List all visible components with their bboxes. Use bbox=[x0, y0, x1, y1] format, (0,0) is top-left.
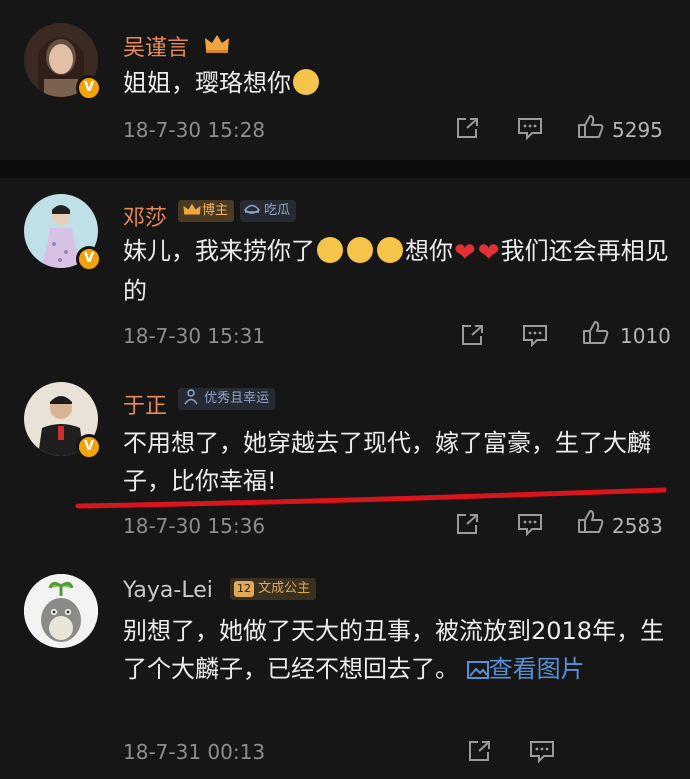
comment-icon[interactable] bbox=[517, 116, 543, 140]
comment-time: 18-7-31 00:13 bbox=[123, 740, 266, 764]
crown-icon bbox=[183, 203, 201, 215]
fan-badge[interactable]: 优秀且幸运 bbox=[178, 388, 276, 410]
comment-item: V 于正 优秀且幸运 不用想了，她穿越去了现代，嫁了富豪，生了大麟子，比你幸福!… bbox=[0, 368, 690, 558]
fan-badge[interactable]: 吃瓜 bbox=[240, 200, 297, 222]
comment-text: 妹儿，我来捞你了 想你❤❤我们还会再相见的 bbox=[123, 232, 671, 310]
pleading-emoji-icon bbox=[293, 69, 319, 95]
comment-text: 别想了，她做了天大的丑事，被流放到2018年，生了个大麟子，已经不想回去了。 查… bbox=[123, 617, 665, 683]
share-icon[interactable] bbox=[455, 512, 481, 536]
v-verified-icon: V bbox=[76, 75, 102, 101]
v-verified-icon: V bbox=[76, 246, 102, 272]
comment-item: Yaya-Lei 12 文成公主 别想了，她做了天大的丑事，被流放到2018年，… bbox=[0, 558, 690, 779]
comment-time: 18-7-30 15:36 bbox=[123, 514, 266, 538]
thinking-emoji-icon bbox=[317, 237, 343, 263]
comment-text: 不用想了，她穿越去了现代，嫁了富豪，生了大麟子，比你幸福! bbox=[123, 429, 651, 495]
comment-icon[interactable] bbox=[522, 323, 548, 347]
image-icon bbox=[466, 661, 489, 679]
crown-icon bbox=[205, 35, 229, 53]
comment-text: 姐姐，璎珞想你 bbox=[123, 64, 671, 102]
heart-icon: ❤ bbox=[454, 238, 476, 268]
fan-badge[interactable]: 12 文成公主 bbox=[230, 578, 317, 600]
like-icon[interactable] bbox=[582, 320, 610, 346]
comment-item: V 吴谨言 姐姐，璎珞想你 18-7-30 15:28 5295 bbox=[0, 0, 690, 160]
commenter-name[interactable]: 于正 bbox=[123, 388, 167, 420]
like-icon[interactable] bbox=[577, 509, 605, 535]
like-count: 2583 bbox=[612, 514, 663, 538]
like-icon[interactable] bbox=[577, 114, 605, 140]
comment-item: V 邓莎 博主 吃瓜 妹儿，我来捞你了 想你❤❤我们还会再相见的 18-7-30 … bbox=[0, 178, 690, 368]
star-figure-icon bbox=[184, 389, 198, 405]
melon-icon bbox=[243, 204, 261, 214]
comment-icon[interactable] bbox=[517, 512, 543, 536]
blogger-badge[interactable]: 博主 bbox=[178, 200, 235, 222]
thinking-emoji-icon bbox=[377, 237, 403, 263]
commenter-name[interactable]: Yaya-Lei bbox=[123, 578, 213, 603]
like-count: 1010 bbox=[620, 324, 671, 348]
avatar[interactable] bbox=[24, 574, 98, 648]
comment-time: 18-7-30 15:28 bbox=[123, 118, 266, 142]
share-icon[interactable] bbox=[455, 116, 481, 140]
view-image-link[interactable]: 查看图片 bbox=[466, 655, 585, 683]
divider bbox=[0, 160, 690, 178]
comment-time: 18-7-30 15:31 bbox=[123, 324, 266, 348]
share-icon[interactable] bbox=[460, 323, 486, 347]
commenter-name[interactable]: 吴谨言 bbox=[123, 30, 189, 62]
heart-icon: ❤ bbox=[477, 238, 500, 268]
v-verified-icon: V bbox=[76, 434, 102, 460]
commenter-name[interactable]: 邓莎 bbox=[123, 200, 167, 232]
thinking-emoji-icon bbox=[347, 237, 373, 263]
like-count: 5295 bbox=[612, 118, 663, 142]
share-icon[interactable] bbox=[467, 739, 493, 763]
comment-icon[interactable] bbox=[529, 739, 555, 763]
level-icon: 12 bbox=[234, 581, 254, 597]
